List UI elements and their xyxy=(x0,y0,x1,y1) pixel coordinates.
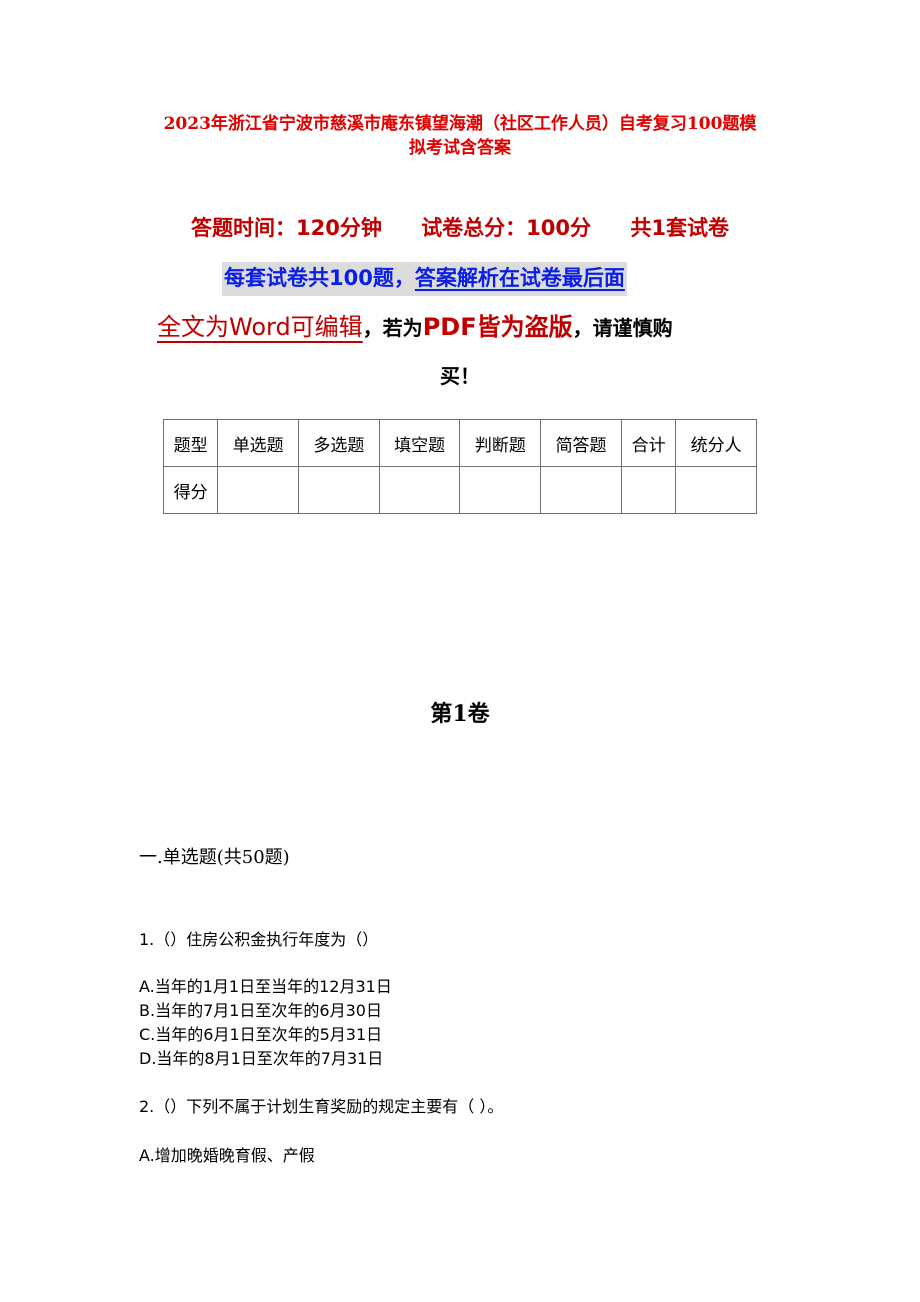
notice-answer-location: 答案解析在试卷最后面 xyxy=(414,266,625,290)
question-stem: 2.（）下列不属于计划生育奖励的规定主要有（ ）。 xyxy=(139,1097,504,1116)
warning-text-2: ，请谨慎购 xyxy=(572,316,673,340)
title-line-1: 2023年浙江省宁波市慈溪市庵东镇望海潮（社区工作人员）自考复习100题模 xyxy=(163,114,757,134)
question-option: A.增加晚婚晚育假、产假 xyxy=(139,1146,315,1165)
score-table: 题型 单选题 多选题 填空题 判断题 简答题 合计 统分人 得分 xyxy=(162,419,757,514)
question-option: C.当年的6月1日至次年的5月31日 xyxy=(139,1025,383,1044)
answer-notice: 每套试卷共100题，答案解析在试卷最后面 xyxy=(222,262,627,296)
title-line-2: 拟考试含答案 xyxy=(409,138,511,158)
header-cell: 题型 xyxy=(162,419,219,467)
score-cell xyxy=(540,466,622,514)
score-cell xyxy=(620,466,677,514)
exam-meta: 答题时间：120分钟 试卷总分：100分 共1套试卷 xyxy=(0,212,920,242)
exam-time: 答题时间：120分钟 xyxy=(191,216,382,240)
header-cell: 统分人 xyxy=(675,419,757,467)
warning-editable: 全文为Word可编辑 xyxy=(157,313,363,341)
row-label-cell: 得分 xyxy=(162,466,219,514)
score-table-header-row: 题型 单选题 多选题 填空题 判断题 简答题 合计 统分人 xyxy=(162,419,757,467)
document-title: 2023年浙江省宁波市慈溪市庵东镇望海潮（社区工作人员）自考复习100题模 拟考… xyxy=(0,112,920,160)
score-table-row: 得分 xyxy=(162,466,757,514)
score-cell xyxy=(298,466,380,514)
warning-pdf: PDF皆为盗版 xyxy=(422,313,573,341)
score-cell xyxy=(675,466,757,514)
section-heading: 一.单选题(共50题) xyxy=(139,847,290,868)
header-cell: 单选题 xyxy=(217,419,300,467)
question-option: D.当年的8月1日至次年的7月31日 xyxy=(139,1049,384,1068)
score-cell xyxy=(217,466,300,514)
header-cell: 简答题 xyxy=(540,419,622,467)
header-cell: 合计 xyxy=(620,419,677,467)
header-cell: 多选题 xyxy=(298,419,380,467)
exam-total-score: 试卷总分：100分 xyxy=(421,216,592,240)
notice-question-count: 每套试卷共100题， xyxy=(224,266,415,290)
piracy-warning: 全文为Word可编辑，若为PDF皆为盗版，请谨慎购 xyxy=(157,310,673,345)
score-cell xyxy=(459,466,542,514)
volume-heading: 第1卷 xyxy=(430,701,490,727)
exam-set-count: 共1套试卷 xyxy=(630,216,729,240)
header-cell: 填空题 xyxy=(378,419,461,467)
warning-line-2: 买！ xyxy=(440,364,480,388)
warning-text-1: ，若为 xyxy=(362,316,423,340)
question-option: A.当年的1月1日至当年的12月31日 xyxy=(139,977,392,996)
question-stem: 1.（）住房公积金执行年度为（） xyxy=(139,930,379,949)
score-cell xyxy=(378,466,461,514)
question-option: B.当年的7月1日至次年的6月30日 xyxy=(139,1001,382,1020)
header-cell: 判断题 xyxy=(459,419,542,467)
